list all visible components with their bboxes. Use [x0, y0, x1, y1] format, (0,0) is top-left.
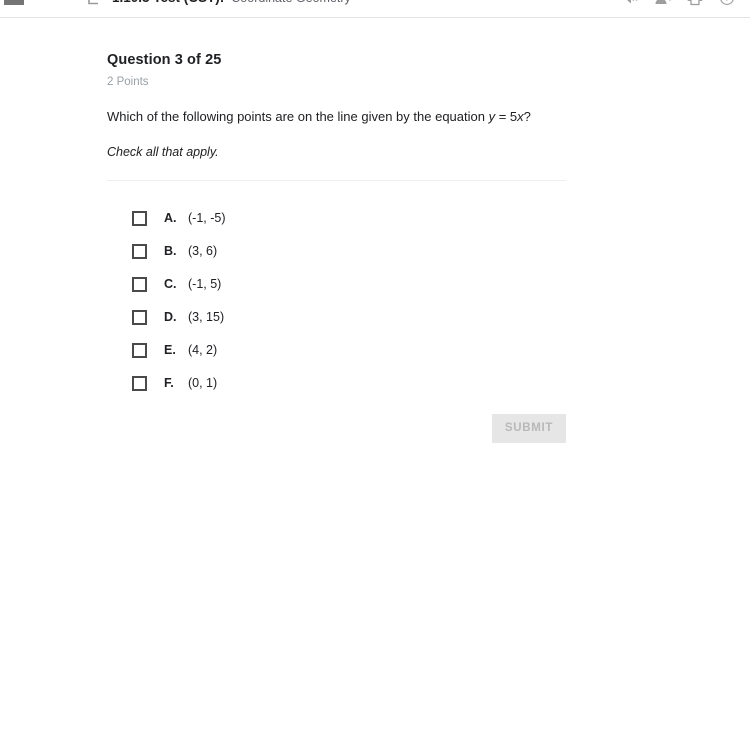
option-row-b[interactable]: B. (3, 6)	[132, 235, 567, 268]
test-title: 1.10.3 Test (CST):	[112, 0, 224, 5]
prompt-equals: = 5	[495, 109, 518, 124]
option-row-c[interactable]: C. (-1, 5)	[132, 268, 567, 301]
option-value-c: (-1, 5)	[188, 277, 222, 292]
option-value-a: (-1, -5)	[188, 211, 226, 226]
question-content: Question 3 of 25 2 Points Which of the f…	[0, 18, 750, 443]
section-divider	[107, 179, 566, 181]
option-row-f[interactable]: F. (0, 1)	[132, 367, 567, 400]
checkbox-d[interactable]	[132, 309, 147, 325]
option-letter-a: A.	[164, 211, 177, 226]
option-letter-d: D.	[164, 310, 177, 325]
option-row-d[interactable]: D. (3, 15)	[132, 301, 567, 334]
option-value-f: (0, 1)	[188, 376, 218, 391]
question-instruction: Check all that apply.	[107, 144, 219, 159]
option-letter-b: B.	[164, 244, 177, 259]
option-value-e: (4, 2)	[188, 343, 218, 358]
checkbox-f[interactable]	[132, 375, 147, 391]
option-letter-f: F.	[164, 376, 174, 391]
submit-row: SUBMIT	[107, 413, 566, 443]
question-card: Question 3 of 25 2 Points Which of the f…	[107, 52, 567, 443]
option-row-a[interactable]: A. (-1, -5)	[132, 202, 567, 235]
app-header: 1.10.3 Test (CST): Coordinate Geometry	[0, 0, 750, 18]
read-aloud-person-icon[interactable]	[654, 0, 672, 6]
printer-icon[interactable]	[686, 0, 704, 6]
option-value-b: (3, 6)	[188, 244, 218, 259]
answer-options-list: A. (-1, -5) B. (3, 6) C. (-1, 5) D. (3, …	[132, 202, 567, 400]
prompt-text-after: ?	[523, 109, 531, 124]
question-prompt: Which of the following points are on the…	[107, 108, 567, 126]
test-subtitle: Coordinate Geometry	[231, 0, 351, 5]
question-number: Question 3 of 25	[107, 52, 222, 68]
prompt-text-before: Which of the following points are on the…	[107, 109, 489, 124]
checkbox-a[interactable]	[132, 210, 147, 226]
option-value-d: (3, 15)	[188, 310, 225, 325]
option-letter-e: E.	[164, 343, 176, 358]
checkbox-b[interactable]	[132, 243, 147, 259]
submit-button[interactable]: SUBMIT	[492, 413, 566, 443]
question-points: 2 Points	[107, 76, 149, 88]
option-row-e[interactable]: E. (4, 2)	[132, 334, 567, 367]
option-letter-c: C.	[164, 277, 177, 292]
hamburger-menu-icon[interactable]	[4, 0, 24, 5]
checkbox-c[interactable]	[132, 276, 147, 292]
help-circle-icon[interactable]: ?	[718, 0, 736, 6]
speaker-mute-icon[interactable]	[622, 0, 640, 6]
checkbox-e[interactable]	[132, 342, 147, 358]
book-icon	[86, 0, 100, 5]
header-toolbar: ?	[622, 0, 736, 6]
svg-text:?: ?	[725, 0, 730, 3]
